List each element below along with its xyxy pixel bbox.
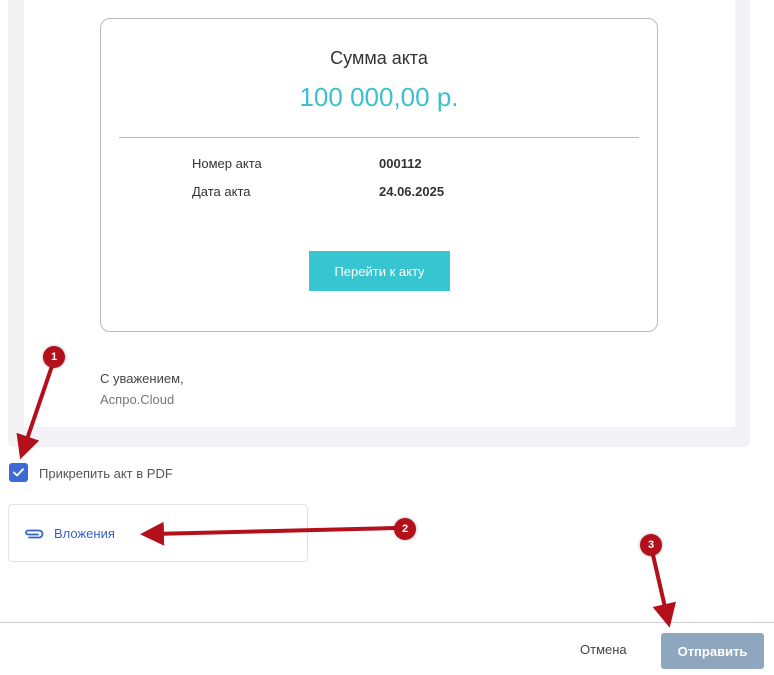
card-title: Сумма акта — [330, 48, 428, 68]
act-number-label: Номер акта — [192, 156, 262, 171]
attachments-link[interactable]: Вложения — [23, 526, 115, 541]
act-amount: 100 000,00 р. — [299, 82, 459, 112]
paperclip-icon — [25, 529, 44, 538]
act-date-value: 24.06.2025 — [379, 184, 445, 199]
signature-regards: С уважением, — [100, 371, 184, 386]
annotation-marker-1: 1 — [43, 346, 65, 368]
card-divider — [119, 137, 639, 138]
attach-pdf-checkbox[interactable] — [9, 463, 28, 482]
go-to-act-button[interactable]: Перейти к акту — [309, 251, 450, 291]
act-number-row: Номер акта 000112 — [192, 156, 422, 171]
cancel-button[interactable]: Отмена — [580, 642, 627, 657]
send-button[interactable]: Отправить — [661, 633, 764, 669]
signature-company: Аспро.Cloud — [100, 392, 175, 407]
attachments-label: Вложения — [54, 526, 115, 541]
annotation-marker-3: 3 — [640, 534, 662, 556]
email-preview-page: Сумма акта 100 000,00 р. Номер акта 0001… — [0, 0, 774, 675]
act-summary-card: Сумма акта 100 000,00 р. Номер акта 0001… — [100, 18, 658, 332]
act-number-value: 000112 — [379, 156, 422, 171]
attachments-box: Вложения — [8, 504, 308, 562]
act-date-label: Дата акта — [192, 184, 251, 199]
annotation-arrow-3 — [651, 554, 677, 628]
modal-footer: Отмена Отправить — [0, 622, 774, 675]
act-date-row: Дата акта 24.06.2025 — [192, 184, 444, 199]
attach-pdf-label: Прикрепить акт в PDF — [39, 466, 173, 481]
checkmark-icon — [13, 468, 24, 477]
annotation-marker-2: 2 — [394, 518, 416, 540]
